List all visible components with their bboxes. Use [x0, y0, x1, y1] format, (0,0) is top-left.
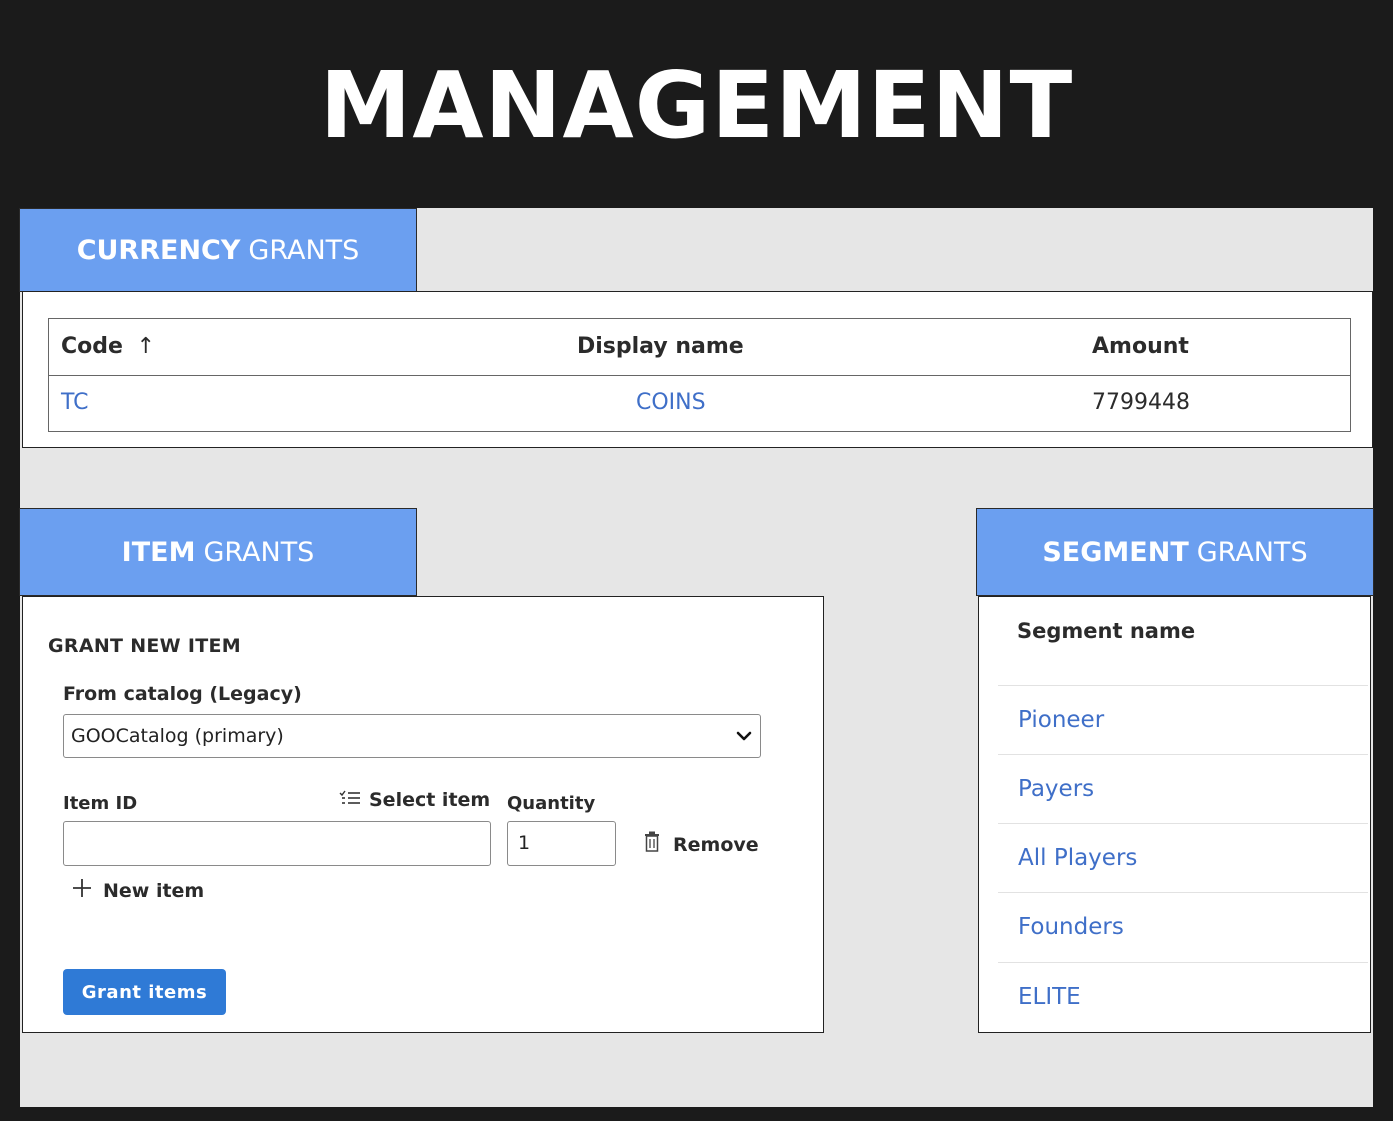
currency-grants-card: Code ↑ Display name Amount TC COINS 7799… [22, 291, 1373, 448]
grant-items-button[interactable]: Grant items [63, 969, 226, 1015]
tab-currency-grants-rest: GRANTS [248, 234, 360, 266]
segment-link[interactable]: Founders [1018, 893, 1124, 961]
tab-currency-grants-bold: CURRENCY [76, 234, 241, 266]
tab-segment-grants-rest: GRANTS [1196, 536, 1308, 568]
segment-grants-card: Segment name Pioneer Payers All Players … [978, 596, 1371, 1033]
tab-item-grants-bold: ITEM [121, 536, 196, 568]
new-item-button[interactable]: New item [71, 877, 204, 904]
quantity-label: Quantity [507, 793, 596, 814]
catalog-select[interactable]: GOOCatalog (primary) [63, 714, 761, 758]
select-item-label: Select item [369, 789, 491, 811]
item-id-label: Item ID [63, 793, 138, 814]
new-item-label: New item [103, 879, 205, 902]
page-title: MANAGEMENT [319, 52, 1074, 159]
catalog-label: From catalog (Legacy) [63, 683, 302, 705]
item-grants-card: GRANT NEW ITEM From catalog (Legacy) GOO… [22, 596, 824, 1033]
list-item[interactable]: Payers [998, 754, 1368, 822]
list-item[interactable]: Pioneer [998, 685, 1368, 753]
quantity-input[interactable]: 1 [507, 821, 616, 866]
tab-item-grants-rest: GRANTS [203, 536, 315, 568]
list-icon [339, 789, 361, 811]
list-item[interactable]: All Players [998, 823, 1368, 891]
tab-segment-grants-bold: SEGMENT [1042, 536, 1189, 568]
currency-code-link[interactable]: TC [61, 375, 89, 431]
management-panel: CURRENCY GRANTS Code ↑ Display name Amou… [19, 208, 1374, 1107]
tab-segment-grants[interactable]: SEGMENT GRANTS [976, 508, 1374, 596]
plus-icon [71, 877, 93, 904]
catalog-select-value: GOOCatalog (primary) [71, 725, 284, 747]
chevron-down-icon [734, 726, 754, 751]
list-item[interactable]: Founders [998, 892, 1368, 960]
column-header-segment-name: Segment name [1017, 619, 1196, 643]
trash-icon [643, 831, 661, 858]
item-id-input[interactable] [63, 821, 491, 866]
list-item[interactable]: ELITE [998, 962, 1368, 1030]
section-title: GRANT NEW ITEM [48, 635, 241, 657]
quantity-value: 1 [518, 832, 531, 854]
currency-table-header: Code ↑ Display name Amount [49, 319, 1350, 376]
remove-label: Remove [673, 833, 759, 856]
segment-link[interactable]: Pioneer [1018, 686, 1104, 754]
table-row: TC COINS 7799448 [49, 375, 1350, 431]
currency-amount: 7799448 [1092, 390, 1190, 415]
tab-currency-grants[interactable]: CURRENCY GRANTS [19, 208, 417, 292]
select-item-button[interactable]: Select item [339, 789, 490, 811]
column-header-code[interactable]: Code ↑ [61, 319, 155, 375]
sort-ascending-icon[interactable]: ↑ [137, 334, 155, 359]
segment-link[interactable]: All Players [1018, 824, 1137, 892]
currency-table: Code ↑ Display name Amount TC COINS 7799… [48, 318, 1351, 432]
column-header-amount[interactable]: Amount [1092, 319, 1189, 375]
currency-display-name-link[interactable]: COINS [636, 375, 706, 431]
segment-link[interactable]: Payers [1018, 755, 1094, 823]
column-header-display-name[interactable]: Display name [577, 319, 744, 375]
segment-link[interactable]: ELITE [1018, 963, 1081, 1031]
tab-item-grants[interactable]: ITEM GRANTS [19, 508, 417, 596]
remove-button[interactable]: Remove [643, 831, 759, 858]
